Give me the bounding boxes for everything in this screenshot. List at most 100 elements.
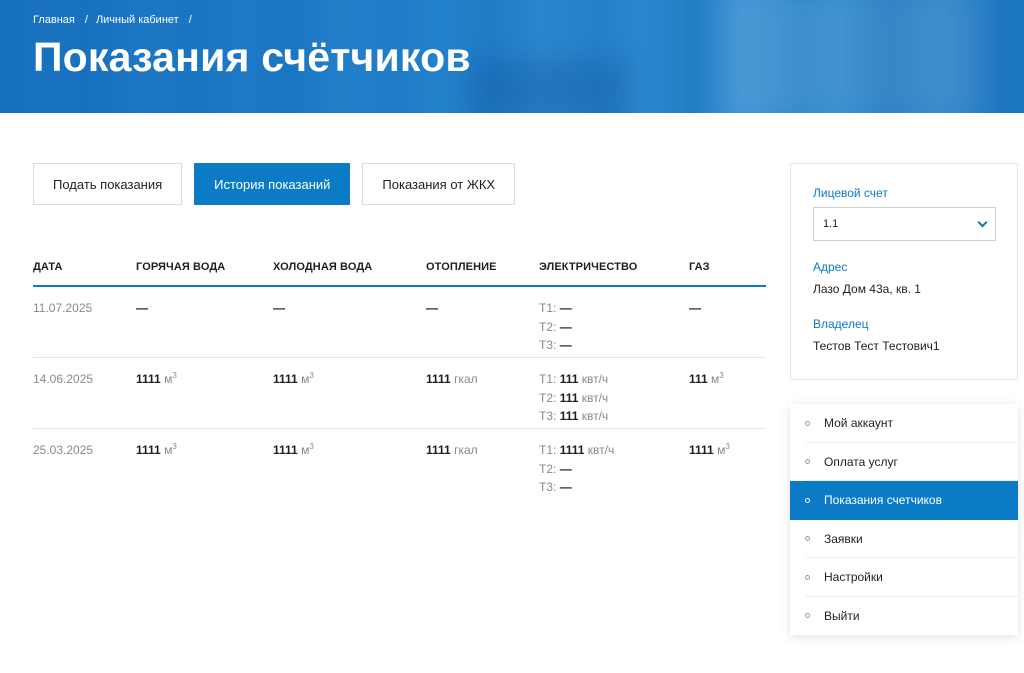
reading-unit: гкал: [454, 372, 478, 386]
tariff-unit: квт/ч: [581, 372, 609, 386]
cell-gas: 1111 м3: [689, 441, 766, 500]
menu-item-label: Мой аккаунт: [824, 416, 893, 431]
menu-item-label: Выйти: [824, 608, 860, 623]
column-header-heating: Отопление: [426, 260, 497, 273]
cell-hot-water: —: [136, 299, 273, 357]
tab-readings-history[interactable]: История показаний: [194, 163, 351, 205]
tariff-value: 111: [559, 390, 579, 405]
tariff-line: Т2: —: [539, 460, 689, 479]
cell-date: 25.03.2025: [33, 443, 94, 457]
bullet-icon: [805, 613, 810, 619]
menu-item-logout[interactable]: Выйти: [790, 597, 1018, 636]
cell-heating: 1111 гкал: [426, 370, 539, 428]
menu-item-settings[interactable]: Настройки: [790, 558, 1018, 597]
reading-value: 1111: [689, 443, 714, 457]
menu-item-payment[interactable]: Оплата услуг: [790, 443, 1018, 482]
unit-exponent: 3: [309, 442, 314, 451]
account-number-label: Лицевой счет: [813, 186, 888, 200]
tariff-value: —: [559, 461, 572, 476]
tariff-value: 111: [559, 372, 579, 386]
tariff-label: Т3:: [539, 409, 557, 423]
tariff-line: Т2: 111 квт/ч: [539, 389, 689, 408]
tariff-label: Т3:: [539, 480, 557, 494]
column-header-cold-water: Холодная вода: [273, 260, 373, 273]
tariff-label: Т1:: [539, 443, 557, 457]
breadcrumb-separator: /: [84, 14, 88, 26]
cell-hot-water: 1111 м3: [136, 441, 273, 500]
unit-exponent: 3: [719, 371, 724, 380]
tariff-value: 1111: [559, 443, 585, 457]
tariff-value: —: [559, 338, 572, 352]
tab-submit-readings[interactable]: Подать показания: [33, 163, 183, 205]
reading-value: 1111: [136, 443, 161, 457]
reading-unit: м3: [301, 442, 314, 458]
menu-item-requests[interactable]: Заявки: [790, 520, 1018, 559]
menu-item-label: Заявки: [824, 531, 863, 546]
tariff-label: Т3:: [539, 338, 557, 352]
bullet-icon: [805, 574, 810, 580]
tariff-value: —: [559, 480, 572, 494]
table-header: Дата Горячая вода Холодная вода Отоплени…: [33, 248, 766, 287]
cell-hot-water: 1111 м3: [136, 370, 273, 428]
tariff-label: Т2:: [539, 390, 557, 405]
reading-unit: м3: [301, 371, 314, 387]
menu-item-label: Оплата услуг: [824, 454, 898, 469]
banner-decoration: [470, 60, 630, 113]
tariff-unit: квт/ч: [587, 443, 615, 457]
chevron-down-icon: [977, 217, 988, 227]
owner-value: Тестов Тест Тестович1: [813, 339, 940, 353]
cell-electricity: Т1: 1111 квт/ч Т2: — Т3: —: [539, 441, 689, 500]
tariff-value: —: [559, 301, 572, 315]
tariff-label: Т2:: [539, 319, 557, 334]
cell-electricity: Т1: — Т2: — Т3: —: [539, 299, 689, 357]
breadcrumb-cabinet[interactable]: Личный кабинет: [96, 14, 179, 26]
tariff-value: 111: [559, 409, 579, 423]
unit-exponent: 3: [172, 442, 177, 451]
account-number-select[interactable]: 1.1: [813, 207, 996, 241]
unit-exponent: 3: [172, 371, 177, 380]
bullet-icon: [805, 497, 810, 503]
column-header-gas: Газ: [689, 260, 710, 273]
tariff-label: Т1:: [539, 372, 557, 386]
table-row: 14.06.2025 1111 м3 1111 м3 1111 гкал Т1:…: [33, 358, 766, 429]
tariff-line: Т3: 111 квт/ч: [539, 407, 689, 426]
column-header-hot-water: Горячая вода: [136, 260, 226, 273]
unit-exponent: 3: [309, 371, 314, 380]
unit-exponent: 3: [725, 442, 730, 451]
account-number-value: 1.1: [823, 218, 839, 230]
owner-label: Владелец: [813, 317, 869, 331]
cell-electricity: Т1: 111 квт/ч Т2: 111 квт/ч Т3: 111 квт/…: [539, 370, 689, 428]
tariff-line: Т1: —: [539, 299, 689, 318]
reading-value: 1111: [273, 372, 298, 386]
address-label: Адрес: [813, 260, 848, 274]
tariff-line: Т1: 1111 квт/ч: [539, 441, 689, 460]
reading-value: 1111: [426, 372, 451, 386]
account-menu: Мой аккаунт Оплата услуг Показания счетч…: [790, 404, 1018, 635]
menu-item-meter-readings[interactable]: Показания счетчиков: [790, 481, 1018, 520]
breadcrumb-home[interactable]: Главная: [33, 14, 75, 26]
breadcrumb-separator: /: [188, 14, 192, 26]
tab-utility-readings[interactable]: Показания от ЖКХ: [362, 163, 516, 205]
tariff-line: Т1: 111 квт/ч: [539, 370, 689, 389]
reading-value: —: [426, 301, 438, 315]
cell-gas: 111 м3: [689, 370, 766, 428]
tariff-line: Т3: —: [539, 336, 689, 355]
reading-unit: гкал: [454, 443, 478, 457]
bullet-icon: [805, 420, 810, 426]
reading-unit: м3: [164, 442, 177, 458]
reading-value: 1111: [426, 443, 451, 457]
tariff-line: Т3: —: [539, 478, 689, 497]
reading-value: —: [689, 301, 701, 315]
cell-gas: —: [689, 299, 766, 357]
cell-cold-water: 1111 м3: [273, 370, 426, 428]
tariff-label: Т2:: [539, 461, 557, 476]
tariff-line: Т2: —: [539, 318, 689, 337]
reading-unit: м3: [711, 371, 724, 387]
account-info-card: Лицевой счет 1.1 Адрес Лазо Дом 43а, кв.…: [790, 163, 1018, 380]
reading-value: 111: [689, 372, 708, 386]
reading-value: 1111: [136, 372, 161, 386]
menu-item-my-account[interactable]: Мой аккаунт: [790, 404, 1018, 443]
cell-cold-water: —: [273, 299, 426, 357]
readings-table: Дата Горячая вода Холодная вода Отоплени…: [33, 248, 766, 500]
tariff-unit: квт/ч: [581, 390, 609, 405]
